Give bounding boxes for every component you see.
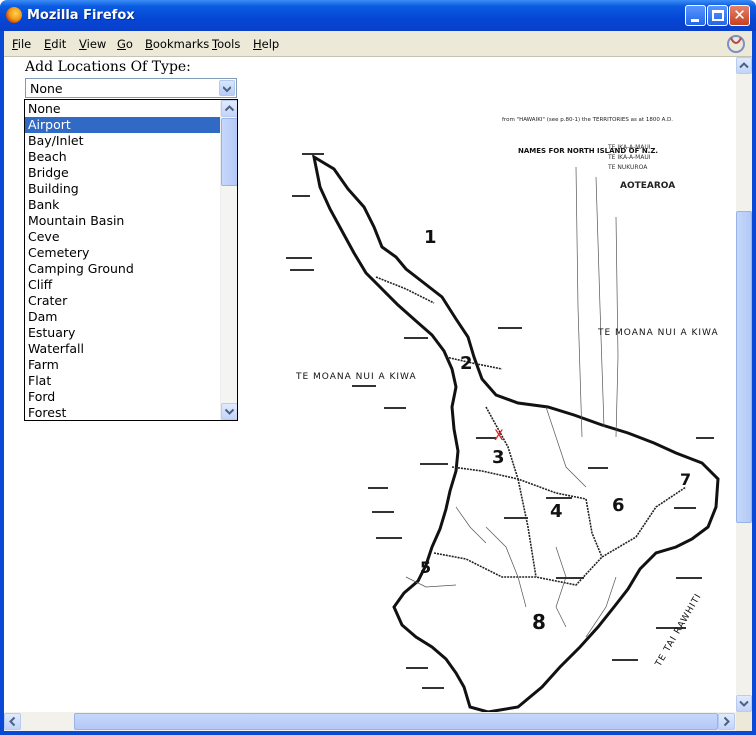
- dropdown-scrollbar[interactable]: [220, 100, 237, 420]
- maori-name-1: TE IKA-A-MAUI: [607, 144, 651, 151]
- option-flat[interactable]: Flat: [25, 373, 220, 389]
- firefox-icon: [6, 7, 22, 23]
- selected-value: None: [30, 81, 63, 96]
- region-number-6: 6: [612, 495, 625, 516]
- sea-label-west: TE MOANA NUI A KIWA: [295, 372, 417, 382]
- option-bridge[interactable]: Bridge: [25, 165, 220, 181]
- option-beach[interactable]: Beach: [25, 149, 220, 165]
- region-number-2: 2: [460, 353, 473, 374]
- option-cliff[interactable]: Cliff: [25, 277, 220, 293]
- option-mountain-basin[interactable]: Mountain Basin: [25, 213, 220, 229]
- option-building[interactable]: Building: [25, 181, 220, 197]
- tribal-boundaries: [375, 276, 687, 586]
- page-content: Add Locations Of Type: None None Airport…: [4, 57, 736, 712]
- option-waterfall[interactable]: Waterfall: [25, 341, 220, 357]
- maximize-button[interactable]: [707, 5, 728, 26]
- menu-go[interactable]: Go: [117, 37, 133, 51]
- region-number-5: 5: [420, 558, 431, 577]
- throbber-icon: [727, 35, 745, 53]
- close-button[interactable]: ✕: [729, 5, 750, 26]
- page-scroll-left-button[interactable]: [4, 713, 21, 730]
- menu-tools[interactable]: Tools: [212, 37, 240, 51]
- region-number-8: 8: [532, 610, 546, 634]
- close-icon: ✕: [733, 6, 746, 24]
- chevron-left-icon: [9, 716, 16, 727]
- page-vertical-scrollbar[interactable]: [736, 57, 752, 712]
- menu-file[interactable]: File: [12, 37, 31, 51]
- menu-bar: File Edit View Go Bookmarks Tools Help: [4, 31, 752, 57]
- region-number-7: 7: [680, 470, 691, 489]
- location-type-select[interactable]: None: [25, 78, 237, 98]
- page-horizontal-scrollbar[interactable]: [4, 712, 736, 731]
- chevron-up-icon: [739, 62, 749, 69]
- maori-name-2: TE IKA-A-MAUI: [607, 154, 651, 161]
- chevron-down-icon: [739, 700, 749, 707]
- menu-edit[interactable]: Edit: [44, 37, 66, 51]
- option-estuary[interactable]: Estuary: [25, 325, 220, 341]
- chevron-down-icon: [224, 408, 235, 415]
- north-island-map[interactable]: from "HAWAIKI" (see p.80-1) the TERRITOR…: [256, 107, 736, 712]
- option-crater[interactable]: Crater: [25, 293, 220, 309]
- dropdown-scroll-down-button[interactable]: [221, 403, 237, 420]
- option-ceve[interactable]: Ceve: [25, 229, 220, 245]
- scrollbar-corner: [736, 712, 752, 731]
- title-bar: Mozilla Firefox ✕: [0, 0, 756, 31]
- window-title: Mozilla Firefox: [27, 8, 135, 23]
- place-markers: [286, 153, 714, 689]
- option-bank[interactable]: Bank: [25, 197, 220, 213]
- chevron-up-icon: [224, 105, 235, 112]
- maximize-icon: [712, 10, 724, 21]
- option-cemetery[interactable]: Cemetery: [25, 245, 220, 261]
- sea-label-east: TE MOANA NUI A KIWA: [597, 328, 719, 338]
- location-marker[interactable]: X: [494, 428, 504, 444]
- sea-label-south-east: TE TAI RAWHITI: [653, 592, 703, 669]
- page-scroll-up-button[interactable]: [736, 57, 752, 74]
- menu-view[interactable]: View: [79, 37, 106, 51]
- page-scroll-down-button[interactable]: [736, 695, 752, 712]
- option-dam[interactable]: Dam: [25, 309, 220, 325]
- location-type-label: Add Locations Of Type:: [25, 59, 191, 75]
- menu-bookmarks[interactable]: Bookmarks: [145, 37, 209, 51]
- window-frame-bottom: [0, 731, 756, 735]
- window-frame-right: [752, 31, 756, 735]
- chevron-right-icon: [723, 716, 730, 727]
- dropdown-scroll-thumb[interactable]: [221, 118, 237, 186]
- option-none[interactable]: None: [25, 101, 220, 117]
- option-ford[interactable]: Ford: [25, 389, 220, 405]
- map-header-text: from "HAWAIKI" (see p.80-1) the TERRITOR…: [502, 117, 673, 123]
- maori-name-3: TE NUKUROA: [607, 164, 648, 171]
- dropdown-scroll-up-button[interactable]: [221, 100, 237, 117]
- page-scroll-right-button[interactable]: [718, 713, 735, 730]
- menu-help[interactable]: Help: [253, 37, 279, 51]
- option-airport[interactable]: Airport: [25, 117, 220, 133]
- option-farm[interactable]: Farm: [25, 357, 220, 373]
- page-scroll-h-thumb[interactable]: [74, 713, 718, 730]
- minimize-button[interactable]: [685, 5, 706, 26]
- page-scroll-thumb[interactable]: [736, 211, 752, 523]
- maori-name-4: AOTEAROA: [620, 181, 675, 191]
- region-number-1: 1: [424, 227, 437, 248]
- option-forest[interactable]: Forest: [25, 405, 220, 420]
- location-type-dropdown: None Airport Bay/Inlet Beach Bridge Buil…: [24, 99, 238, 421]
- option-camping-ground[interactable]: Camping Ground: [25, 261, 220, 277]
- region-number-3: 3: [492, 447, 505, 468]
- chevron-down-icon: [223, 86, 231, 93]
- option-bay-inlet[interactable]: Bay/Inlet: [25, 133, 220, 149]
- minimize-icon: [691, 19, 699, 22]
- region-number-4: 4: [550, 501, 563, 522]
- dropdown-button[interactable]: [219, 80, 235, 96]
